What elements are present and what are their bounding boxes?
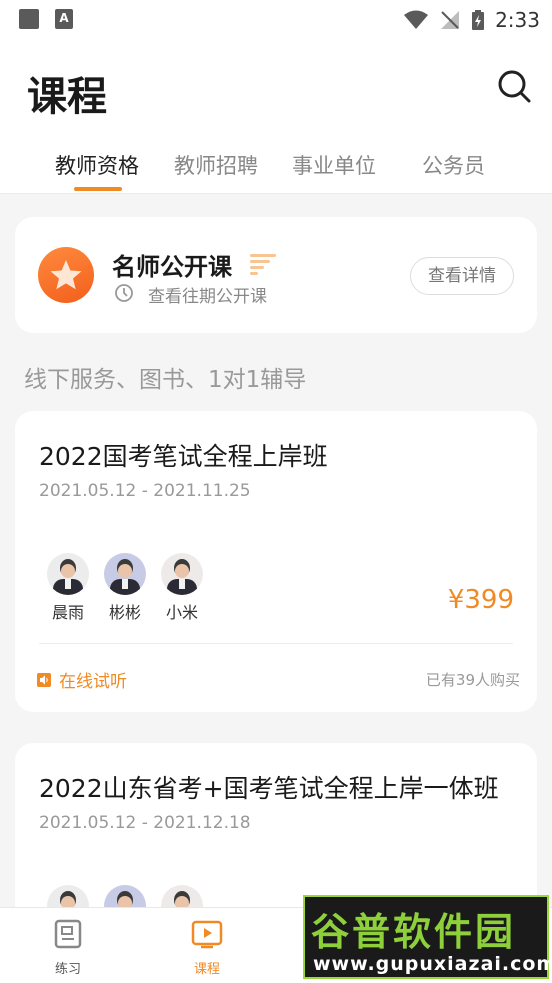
teacher-name: 小米 xyxy=(165,603,198,622)
teacher-item[interactable]: 小米 xyxy=(161,553,203,623)
clock-icon xyxy=(115,284,133,302)
teacher-item[interactable]: 晨雨 xyxy=(47,553,89,623)
course-title: 2022山东省考+国考笔试全程上岸一体班 xyxy=(39,774,499,803)
teacher-avatar xyxy=(161,553,203,595)
teacher-item[interactable]: 彬彬 xyxy=(104,553,146,623)
tab-teacher-recruitment[interactable]: 教师招聘 xyxy=(174,150,258,180)
teacher-avatar xyxy=(104,553,146,595)
battery-charging-icon xyxy=(472,10,485,30)
page-title: 课程 xyxy=(27,74,107,120)
nav-course-label: 课程 xyxy=(193,962,220,977)
status-time: 2:33 xyxy=(495,8,540,32)
divider xyxy=(39,643,513,644)
live-wave-icon xyxy=(250,254,276,275)
course-title: 2022国考笔试全程上岸班 xyxy=(39,442,328,471)
tab-public-institution[interactable]: 事业单位 xyxy=(292,150,376,180)
course-price: ¥399 xyxy=(447,585,514,615)
course-card[interactable]: 2022国考笔试全程上岸班 2021.05.12 - 2021.11.25 晨雨… xyxy=(15,411,537,712)
nav-practice[interactable]: 练习 xyxy=(38,918,98,977)
wifi-icon xyxy=(404,10,429,29)
header: 课程 xyxy=(0,40,552,140)
teacher-avatar xyxy=(47,553,89,595)
teacher-list: 晨雨 彬彬 小米 xyxy=(47,553,203,623)
watermark-url: www.gupuxiazai.com xyxy=(313,953,552,975)
purchase-count: 已有39人购买 xyxy=(425,671,520,689)
open-class-subtitle[interactable]: 查看往期公开课 xyxy=(148,282,267,307)
nav-course[interactable]: 课程 xyxy=(177,918,237,977)
teacher-name: 彬彬 xyxy=(108,603,141,622)
view-details-button[interactable]: 查看详情 xyxy=(410,257,514,295)
open-class-card[interactable]: 名师公开课 查看往期公开课 查看详情 xyxy=(15,217,537,333)
tab-civil-servant[interactable]: 公务员 xyxy=(422,150,485,180)
course-date: 2021.05.12 - 2021.11.25 xyxy=(39,481,251,501)
online-audition-button[interactable]: 在线试听 xyxy=(37,667,127,692)
category-tabs: 教师资格 教师招聘 事业单位 公务员 xyxy=(0,140,552,194)
site-watermark: 谷普软件园 www.gupuxiazai.com xyxy=(303,895,552,979)
section-title: 线下服务、图书、1对1辅导 xyxy=(24,367,307,393)
teacher-name: 晨雨 xyxy=(51,603,84,622)
speaker-icon xyxy=(37,672,51,687)
status-bar: A 2:33 xyxy=(0,0,552,40)
course-tv-icon xyxy=(191,920,223,949)
tab-teacher-qualification[interactable]: 教师资格 xyxy=(55,150,139,180)
nav-practice-label: 练习 xyxy=(54,962,81,977)
watermark-name: 谷普软件园 xyxy=(311,910,517,954)
search-icon[interactable] xyxy=(496,66,532,106)
app-notification-icon: A xyxy=(55,9,73,29)
practice-icon xyxy=(54,919,82,949)
audition-label: 在线试听 xyxy=(59,672,127,692)
open-class-title: 名师公开课 xyxy=(112,253,232,281)
star-badge-icon xyxy=(38,247,94,303)
course-date: 2021.05.12 - 2021.12.18 xyxy=(39,813,251,833)
no-signal-icon xyxy=(441,11,460,29)
active-tab-indicator xyxy=(74,187,122,191)
notification-square-icon xyxy=(19,9,39,29)
